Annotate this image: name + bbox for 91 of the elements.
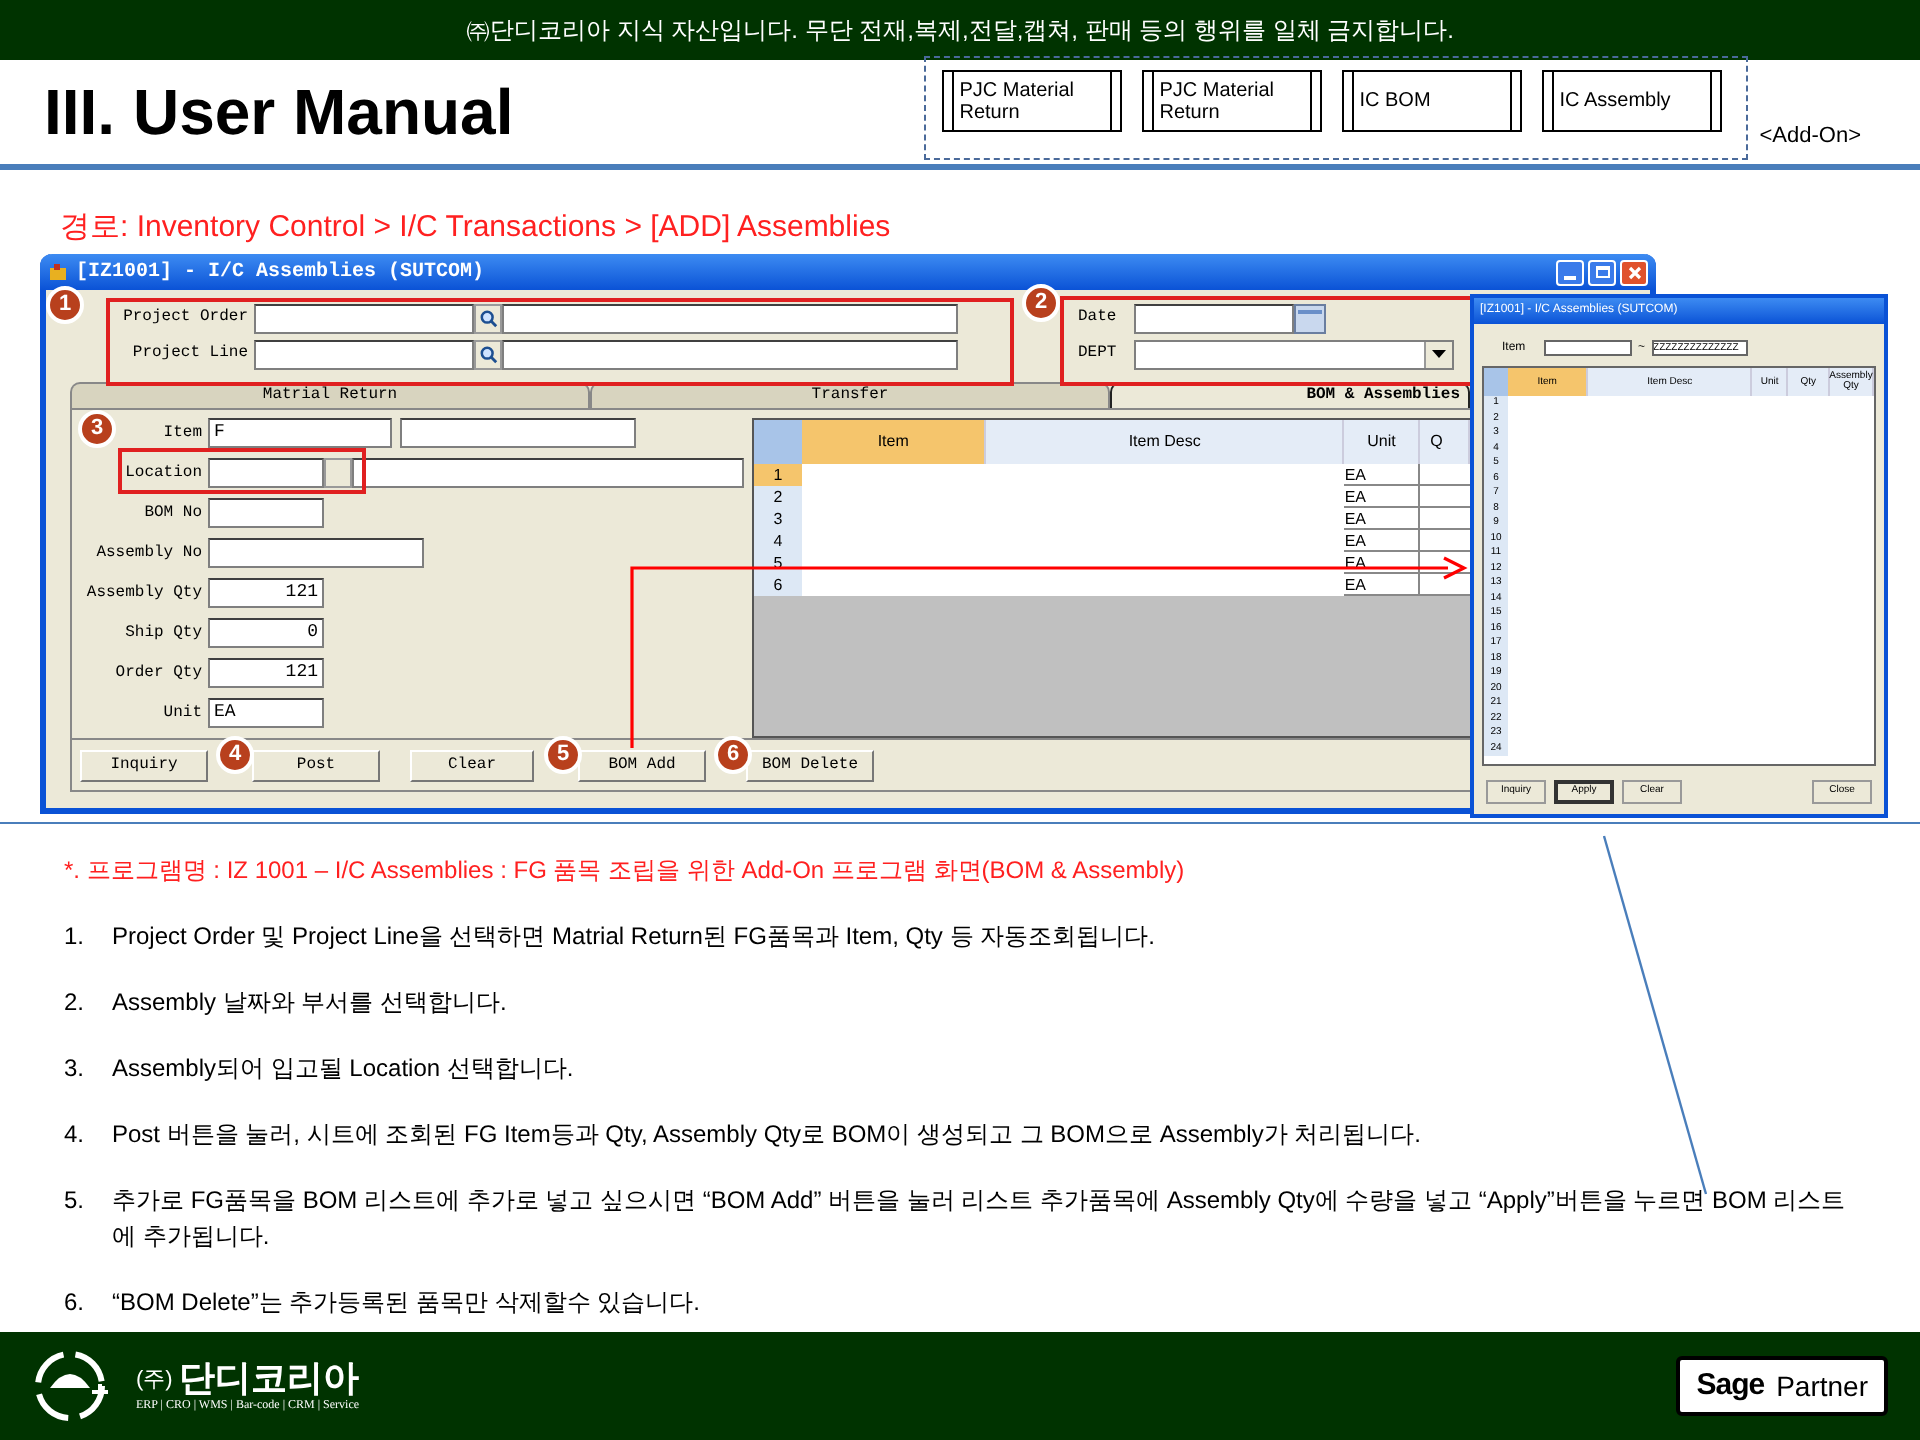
window-title: [IZ1001] - I/C Assemblies (SUTCOM) <box>76 259 485 287</box>
minimize-icon <box>1564 275 1576 279</box>
callout-number: 1 <box>46 286 84 324</box>
search-button[interactable] <box>474 339 502 369</box>
field-label: Assembly Qty <box>86 581 202 605</box>
callout-number: 4 <box>216 736 254 774</box>
note-text: “BOM Delete”는 추가등록된 품목만 삭제할수 있습니다. <box>112 1286 701 1320</box>
input-field[interactable] <box>208 538 424 568</box>
action-button[interactable]: Inquiry <box>80 749 208 781</box>
field-label: Ship Qty <box>125 621 202 645</box>
callout-number: 5 <box>544 736 582 774</box>
list-number: 2. <box>64 986 87 1020</box>
action-button[interactable]: BOM Delete <box>746 749 874 781</box>
list-number: 1. <box>64 920 87 954</box>
input-field[interactable] <box>352 458 744 488</box>
maximize-button[interactable] <box>1588 259 1616 285</box>
minimize-button[interactable] <box>1556 259 1584 285</box>
input-field[interactable]: 0 <box>208 618 324 648</box>
input-field[interactable]: 121 <box>208 658 324 688</box>
column-header: Q <box>1420 420 1470 464</box>
row-number[interactable]: 4 <box>754 530 802 552</box>
note-text: Post 버튼을 눌러, 시트에 조회된 FG Item등과 Qty, Assembly Qty로 BOM이 생성되고 그 BOM으로 Assembly가 처리됩니다. <box>112 1118 1422 1152</box>
search-button[interactable] <box>474 303 502 333</box>
input-field[interactable] <box>208 458 324 488</box>
field-label: Location <box>125 461 202 485</box>
app-icon <box>48 262 68 282</box>
list-number: 6. <box>64 1286 87 1320</box>
input-field[interactable] <box>208 498 324 528</box>
page-title: III. User Manual <box>44 74 514 152</box>
module-button[interactable]: PJC Material Return <box>941 70 1122 132</box>
partner-brand: Sage <box>1696 1365 1765 1406</box>
list-number: 4. <box>64 1118 87 1152</box>
grid-corner <box>754 420 802 464</box>
input-field[interactable] <box>1544 340 1632 356</box>
input-field[interactable]: 121 <box>208 578 324 608</box>
list-number: 5. <box>64 1184 87 1218</box>
close-icon <box>1627 265 1641 279</box>
input-field[interactable] <box>1134 303 1294 333</box>
search-icon <box>479 309 497 327</box>
table-cell: EA <box>1344 574 1421 596</box>
search-icon <box>479 345 497 363</box>
maximize-icon <box>1595 266 1609 278</box>
action-button[interactable]: Post <box>252 749 380 781</box>
note-text: Project Order 및 Project Line을 선택하면 Matrial Return된 FG품목과 Item, Qty 등 자동조회됩니다. <box>112 920 1155 954</box>
grid-corner <box>1484 368 1508 396</box>
callout-number: 6 <box>714 736 752 774</box>
callout-number: 2 <box>1022 284 1060 322</box>
field-label: Project Order <box>121 306 250 330</box>
action-button[interactable]: Clear <box>410 749 534 781</box>
notice-bar: ㈜단디코리아 지식 자산입니다. 무단 전재,복제,전달,캡쳐, 판매 등의 행위를 일체 금지합니다. <box>0 0 1920 60</box>
field-label: Project Line <box>130 342 250 366</box>
input-field[interactable] <box>502 303 958 333</box>
column-header: Item <box>801 420 987 464</box>
calendar-icon[interactable] <box>1294 303 1326 333</box>
action-button[interactable]: BOM Add <box>578 749 706 781</box>
input-field[interactable]: F <box>208 418 392 448</box>
field-label: Assembly No <box>96 541 202 565</box>
caret-icon <box>1432 350 1446 358</box>
input-field[interactable] <box>502 339 958 369</box>
module-button[interactable]: IC Assembly <box>1541 70 1722 132</box>
company-name: 단디코리아 <box>178 1357 359 1397</box>
row-number[interactable]: 1 <box>754 464 802 486</box>
input-field[interactable] <box>254 303 474 333</box>
row-number[interactable]: 3 <box>754 508 802 530</box>
field-label: DEPT <box>1078 342 1119 366</box>
close-button[interactable] <box>1620 259 1648 285</box>
input-field[interactable] <box>254 339 474 369</box>
column-header: Item Desc <box>986 420 1345 464</box>
row-number[interactable]: 6 <box>754 574 802 596</box>
breadcrumb: 경로: Inventory Control > I/C Transactions > [ADD] Assemblies <box>58 208 893 248</box>
dropdown-field[interactable] <box>1134 339 1454 369</box>
addon-label: <Add-On> <box>1759 121 1861 152</box>
input-field[interactable]: EA <box>208 698 324 728</box>
note-text: Assembly되어 입고될 Location 선택합니다. <box>112 1052 574 1086</box>
company-prefix: (주) <box>136 1366 173 1396</box>
note-text: 추가로 FG품목을 BOM 리스트에 추가로 넣고 싶으시면 “BOM Add” 버튼을 눌러 리스트 추가품목에 Assembly Qty에 수량을 넣고 “Apply”버튼을 누르면 BOM 리스트에 추가됩니다. <box>112 1184 1848 1254</box>
column-header: Unit <box>1344 420 1421 464</box>
field-label: Unit <box>163 701 202 725</box>
partner-label: Partner <box>1776 1367 1868 1405</box>
list-number: 3. <box>64 1052 87 1086</box>
field-label: Order Qty <box>115 661 202 685</box>
input-field[interactable] <box>400 418 636 448</box>
field-label: Item <box>163 421 202 445</box>
program-note: *. 프로그램명 : IZ 1001 – I/C Assemblies : FG 품목 조립을 위한 Add-On 프로그램 화면(BOM & Assembly) <box>64 854 1187 888</box>
module-button[interactable]: IC BOM <box>1341 70 1522 132</box>
module-button[interactable]: PJC Material Return <box>1141 70 1322 132</box>
callout-number: 3 <box>78 410 116 448</box>
note-text: Assembly 날짜와 부서를 선택합니다. <box>112 986 507 1020</box>
row-number[interactable]: 2 <box>754 486 802 508</box>
field-label: BOM No <box>144 501 202 525</box>
field-label: Date <box>1078 306 1119 330</box>
